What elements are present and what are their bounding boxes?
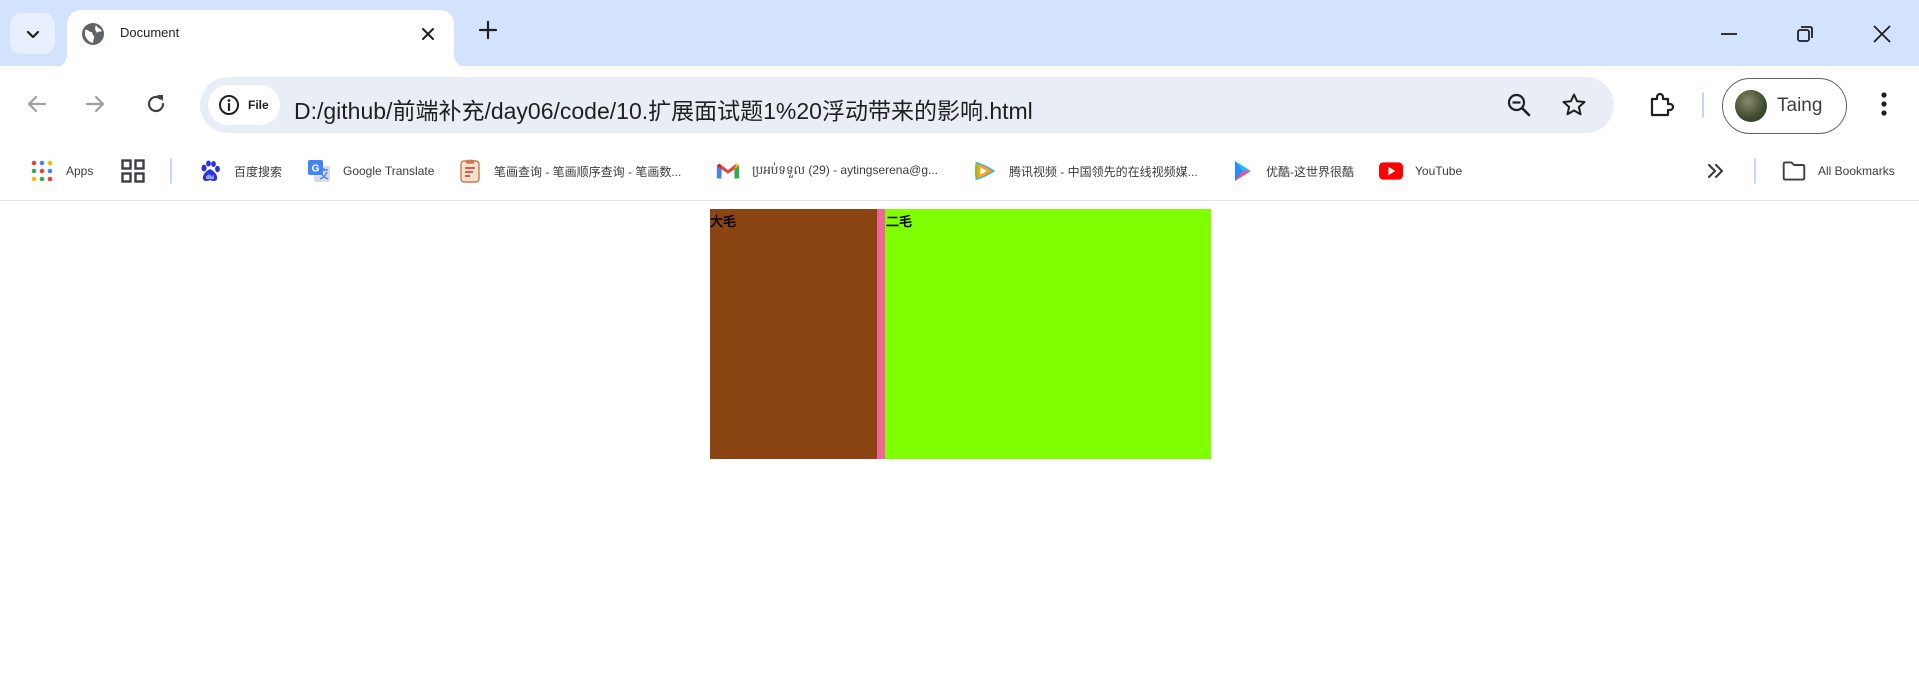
box-label: 二毛: [886, 215, 913, 230]
baidu-icon: du: [198, 159, 222, 183]
google-translate-icon: G: [307, 159, 331, 183]
restore-button[interactable]: [1785, 14, 1825, 54]
float-box-second: 二毛: [885, 209, 1211, 459]
browser-toolbar: File D:/github/前端补充/day06/code/10.扩展面试题1…: [0, 66, 1919, 146]
zoom-button[interactable]: [1503, 89, 1535, 121]
close-icon: [1873, 25, 1891, 43]
youku-icon: [1230, 159, 1254, 183]
profile-name: Taing: [1777, 95, 1823, 116]
tab-title: Document: [120, 25, 180, 40]
bookmark-tencent-video[interactable]: 腾讯视频 - 中国领先的在线视频媒...: [973, 154, 1198, 188]
bookmark-gmail[interactable]: ប្រអប់ទទួល (29) - aytingserena@g...: [716, 154, 938, 188]
chrome-menu-button[interactable]: [1864, 84, 1904, 124]
tab-groups-icon: [121, 159, 145, 183]
bookmark-label: ប្រអប់ទទួល (29) - aytingserena@g...: [752, 163, 938, 177]
bookmark-label: 百度搜索: [234, 164, 283, 179]
bookmark-apps[interactable]: Apps: [30, 154, 93, 188]
address-bar[interactable]: File D:/github/前端补充/day06/code/10.扩展面试题1…: [200, 77, 1614, 133]
double-chevron-right-icon: [1704, 159, 1728, 183]
chevron-down-icon: [26, 30, 39, 38]
stroke-order-icon: [458, 159, 482, 183]
all-bookmarks-button[interactable]: All Bookmarks: [1782, 154, 1895, 188]
profile-button[interactable]: Taing: [1722, 78, 1847, 134]
site-chip-label: File: [248, 98, 269, 112]
svg-text:du: du: [206, 174, 214, 181]
minimize-icon: [1721, 33, 1737, 35]
site-info-chip[interactable]: File: [208, 85, 280, 125]
bookmark-baidu[interactable]: du 百度搜索: [198, 154, 282, 188]
bookmark-star-button[interactable]: [1558, 89, 1590, 121]
reload-icon: [147, 95, 165, 113]
bookmark-label: 优酷-这世界很酷: [1266, 164, 1354, 179]
svg-text:G: G: [312, 164, 320, 175]
bookmark-label: Google Translate: [343, 164, 435, 178]
toolbar-separator: [1702, 92, 1704, 118]
more-vertical-icon: [1881, 92, 1887, 116]
close-window-button[interactable]: [1862, 14, 1902, 54]
folder-icon: [1782, 159, 1806, 183]
tab-strip: Document: [0, 0, 1919, 68]
tencent-video-icon: [973, 159, 997, 183]
avatar: [1735, 90, 1767, 122]
tab-search-button[interactable]: [10, 13, 55, 54]
youtube-icon: [1379, 159, 1403, 183]
page-viewport: 大毛 二毛: [0, 201, 1919, 682]
apps-grid-icon: [30, 159, 54, 183]
bookmark-google-translate[interactable]: G Google Translate: [307, 154, 434, 188]
star-icon: [1562, 93, 1586, 116]
extensions-button[interactable]: [1641, 84, 1681, 124]
float-box-big: 大毛: [710, 209, 877, 459]
new-tab-button[interactable]: [474, 16, 502, 44]
minimize-button[interactable]: [1709, 14, 1749, 54]
arrow-left-icon: [27, 95, 47, 113]
bookmark-label: 笔画查询 - 笔画顺序查询 - 笔画数...: [494, 164, 682, 179]
zoom-out-icon: [1507, 93, 1531, 117]
bookmark-separator: [1754, 158, 1756, 184]
parent-background-strip: [877, 209, 885, 459]
bookmarks-bar: Apps du 百度搜索 G Google Translate 笔画查询 - 笔…: [0, 146, 1919, 201]
active-tab[interactable]: Document: [53, 10, 468, 68]
globe-icon: [82, 23, 104, 45]
forward-button[interactable]: [75, 84, 115, 124]
bookmarks-overflow-button[interactable]: [1704, 154, 1728, 188]
reload-button[interactable]: [136, 84, 176, 124]
arrow-right-icon: [85, 95, 105, 113]
url-text[interactable]: D:/github/前端补充/day06/code/10.扩展面试题1%20浮动…: [294, 92, 1033, 126]
box-label: 大毛: [710, 215, 737, 230]
all-bookmarks-label: All Bookmarks: [1818, 164, 1895, 178]
bookmark-label: 腾讯视频 - 中国领先的在线视频媒...: [1009, 164, 1198, 179]
info-icon: [219, 95, 239, 115]
bookmark-tab-groups[interactable]: [121, 154, 145, 188]
bookmark-separator: [170, 158, 172, 184]
close-icon: [422, 28, 434, 40]
bookmark-label: Apps: [66, 164, 94, 178]
puzzle-icon: [1650, 92, 1675, 117]
restore-icon: [1797, 26, 1813, 42]
tab-close-button[interactable]: [416, 22, 440, 46]
gmail-icon: [716, 159, 740, 183]
bookmark-label: YouTube: [1415, 164, 1463, 178]
plus-icon: [478, 20, 498, 40]
back-button[interactable]: [17, 84, 57, 124]
bookmark-youku[interactable]: 优酷-这世界很酷: [1230, 154, 1354, 188]
bookmark-youtube[interactable]: YouTube: [1379, 154, 1462, 188]
bookmark-stroke-order[interactable]: 笔画查询 - 笔画顺序查询 - 笔画数...: [458, 154, 681, 188]
